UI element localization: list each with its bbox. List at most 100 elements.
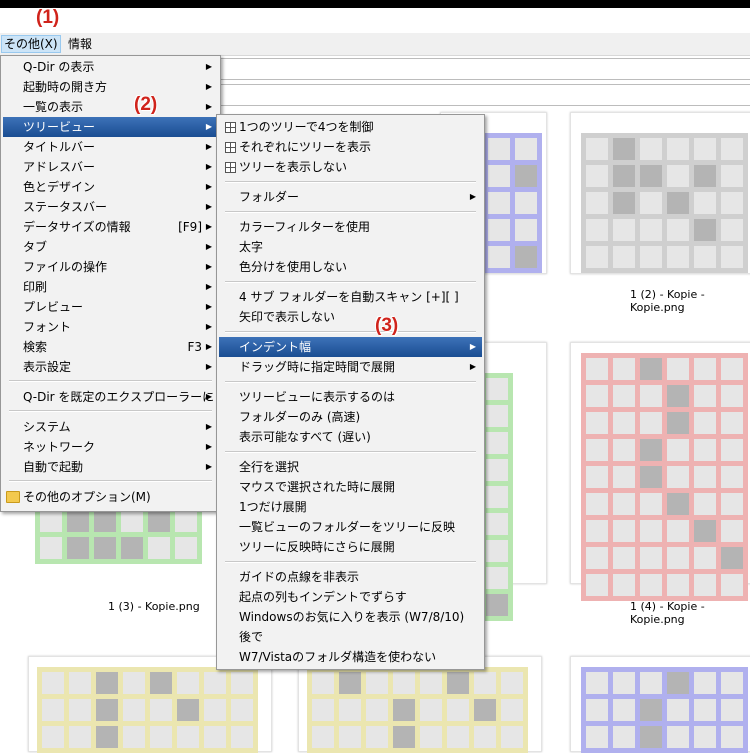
thumbnail-cell bbox=[694, 520, 716, 542]
menu-item-label: 全行を選択 bbox=[239, 460, 300, 474]
thumbnail-cell bbox=[667, 138, 689, 160]
menu-item-label: Q-Dir を既定のエクスプローラーに bbox=[23, 390, 215, 404]
address-bar-secondary[interactable] bbox=[220, 84, 750, 106]
thumbnail-cell bbox=[486, 459, 508, 481]
menu-other[interactable]: その他(X) bbox=[1, 35, 61, 53]
thumbnail-cell bbox=[69, 699, 91, 721]
thumbnail-cell bbox=[586, 699, 608, 721]
menu-item[interactable]: 色分けを使用しない bbox=[219, 257, 482, 277]
menu-item[interactable]: ツリーを表示しない bbox=[219, 157, 482, 177]
menu-item-label: 表示設定 bbox=[23, 360, 72, 374]
file-caption[interactable]: 1 (4) - Kopie - Kopie.png bbox=[630, 600, 750, 626]
menu-item[interactable]: カラーフィルターを使用 bbox=[219, 217, 482, 237]
thumbnail-cell bbox=[488, 246, 510, 268]
menu-item-label: 矢印で表示しない bbox=[239, 310, 336, 324]
file-caption[interactable]: 1 (2) - Kopie - Kopie.png bbox=[630, 288, 750, 314]
menu-item[interactable]: プレビュー ▶ bbox=[3, 297, 218, 317]
thumbnail-cell bbox=[721, 672, 743, 694]
submenu-arrow-icon: ▶ bbox=[205, 462, 212, 471]
menu-item[interactable]: フォルダーのみ (高速) bbox=[219, 407, 482, 427]
file-caption[interactable]: 1 (3) - Kopie.png bbox=[108, 600, 200, 613]
menu-item[interactable]: ネットワーク ▶ bbox=[3, 437, 218, 457]
menu-item[interactable]: 起点の列もインデントでずらす bbox=[219, 587, 482, 607]
menu-item[interactable]: タイトルバー ▶ bbox=[3, 137, 218, 157]
menu-item[interactable]: ツリービューに表示するのは bbox=[219, 387, 482, 407]
menu-item[interactable]: 1つだけ展開 bbox=[219, 497, 482, 517]
menu-item[interactable]: 4 サブ フォルダーを自動スキャン [+][ ] bbox=[219, 287, 482, 307]
menu-item[interactable]: ツリーに反映時にさらに展開 bbox=[219, 537, 482, 557]
thumbnail-cell bbox=[694, 385, 716, 407]
thumbnail-cell bbox=[721, 385, 743, 407]
menu-item[interactable]: 印刷 ▶ bbox=[3, 277, 218, 297]
thumbnail-cell bbox=[488, 165, 510, 187]
thumbnail-cell bbox=[486, 567, 508, 589]
address-bar[interactable] bbox=[220, 58, 750, 80]
menu-item[interactable]: それぞれにツリーを表示 bbox=[219, 137, 482, 157]
menu-separator bbox=[225, 451, 476, 453]
thumbnail-gray-top[interactable] bbox=[570, 112, 750, 274]
callout-1: (1) bbox=[36, 7, 60, 28]
menu-item[interactable]: 一覧ビューのフォルダーをツリーに反映 bbox=[219, 517, 482, 537]
menu-item-label: 太字 bbox=[239, 240, 264, 254]
submenu-arrow-icon: ▶ bbox=[205, 342, 212, 351]
thumbnail-cell bbox=[586, 726, 608, 748]
menu-item[interactable]: マウスで選択された時に展開 bbox=[219, 477, 482, 497]
menu-item[interactable]: インデント幅 ▶ bbox=[219, 337, 482, 357]
menu-item-label: ステータスバー bbox=[23, 200, 108, 214]
menu-item[interactable]: 後で bbox=[219, 627, 482, 647]
thumbnail-blue-bottom[interactable] bbox=[570, 656, 750, 753]
thumbnail-cell bbox=[586, 412, 608, 434]
menu-item[interactable]: 色とデザイン ▶ bbox=[3, 177, 218, 197]
menu-item-label: 起動時の開き方 bbox=[23, 80, 108, 94]
thumbnail-green-left[interactable] bbox=[0, 505, 220, 585]
menu-item[interactable]: 表示可能なすべて (遅い) bbox=[219, 427, 482, 447]
menu-item[interactable]: ガイドの点線を非表示 bbox=[219, 567, 482, 587]
menu-item[interactable]: タブ ▶ bbox=[3, 237, 218, 257]
thumbnail-cell bbox=[420, 726, 442, 748]
thumbnail-cell bbox=[486, 594, 508, 616]
thumbnail-cell bbox=[486, 540, 508, 562]
menu-item[interactable]: 検索 F3 ▶ bbox=[3, 337, 218, 357]
menu-item[interactable]: 太字 bbox=[219, 237, 482, 257]
menu-item[interactable]: システム ▶ bbox=[3, 417, 218, 437]
thumbnail-cell bbox=[667, 358, 689, 380]
thumbnail-cell bbox=[640, 412, 662, 434]
thumbnail-cell bbox=[204, 726, 226, 748]
menu-item[interactable]: 矢印で表示しない bbox=[219, 307, 482, 327]
menu-item[interactable]: フォルダー ▶ bbox=[219, 187, 482, 207]
menu-item[interactable]: ステータスバー ▶ bbox=[3, 197, 218, 217]
thumbnail-cell bbox=[613, 726, 635, 748]
menu-item[interactable]: Q-Dir を既定のエクスプローラーに ▶ bbox=[3, 387, 218, 407]
menu-item[interactable]: 一覧の表示 ▶ bbox=[3, 97, 218, 117]
thumbnail-cell bbox=[231, 672, 253, 694]
menu-item[interactable]: 全行を選択 bbox=[219, 457, 482, 477]
thumbnail-yellow-mid[interactable] bbox=[298, 656, 542, 753]
menu-item[interactable]: Q-Dir の表示 ▶ bbox=[3, 57, 218, 77]
menu-item[interactable]: W7/Vistaのフォルダ構造を使わない bbox=[219, 647, 482, 667]
menu-item[interactable]: ドラッグ時に指定時間で展開 ▶ bbox=[219, 357, 482, 377]
thumbnail-cell bbox=[694, 246, 716, 268]
menu-item[interactable]: 1つのツリーで4つを制御 bbox=[219, 117, 482, 137]
menu-item[interactable]: その他のオプション(M) bbox=[3, 487, 218, 507]
menu-item[interactable]: アドレスバー ▶ bbox=[3, 157, 218, 177]
menu-item[interactable]: データサイズの情報 [F9] ▶ bbox=[3, 217, 218, 237]
thumbnail-cell bbox=[586, 138, 608, 160]
menu-item[interactable]: ツリービュー ▶ bbox=[3, 117, 218, 137]
thumbnail-cell bbox=[501, 699, 523, 721]
submenu-arrow-icon: ▶ bbox=[205, 142, 212, 151]
thumbnail-yellow-left[interactable] bbox=[28, 656, 272, 753]
menu-item-label: フォルダー bbox=[239, 190, 300, 204]
menu-item[interactable]: 表示設定 ▶ bbox=[3, 357, 218, 377]
menu-item[interactable]: フォント ▶ bbox=[3, 317, 218, 337]
thumbnail-cell bbox=[486, 513, 508, 535]
menu-item[interactable]: 自動で起動 ▶ bbox=[3, 457, 218, 477]
menu-info[interactable]: 情報 bbox=[66, 36, 94, 52]
thumbnail-cell bbox=[586, 219, 608, 241]
thumbnail-cell bbox=[123, 672, 145, 694]
thumbnail-red[interactable] bbox=[570, 342, 750, 601]
menu-item[interactable]: 起動時の開き方 ▶ bbox=[3, 77, 218, 97]
menu-item[interactable]: Windowsのお気に入りを表示 (W7/8/10) bbox=[219, 607, 482, 627]
thumbnail-cell bbox=[148, 510, 170, 532]
menu-item[interactable]: ファイルの操作 ▶ bbox=[3, 257, 218, 277]
thumbnail-cell bbox=[474, 726, 496, 748]
